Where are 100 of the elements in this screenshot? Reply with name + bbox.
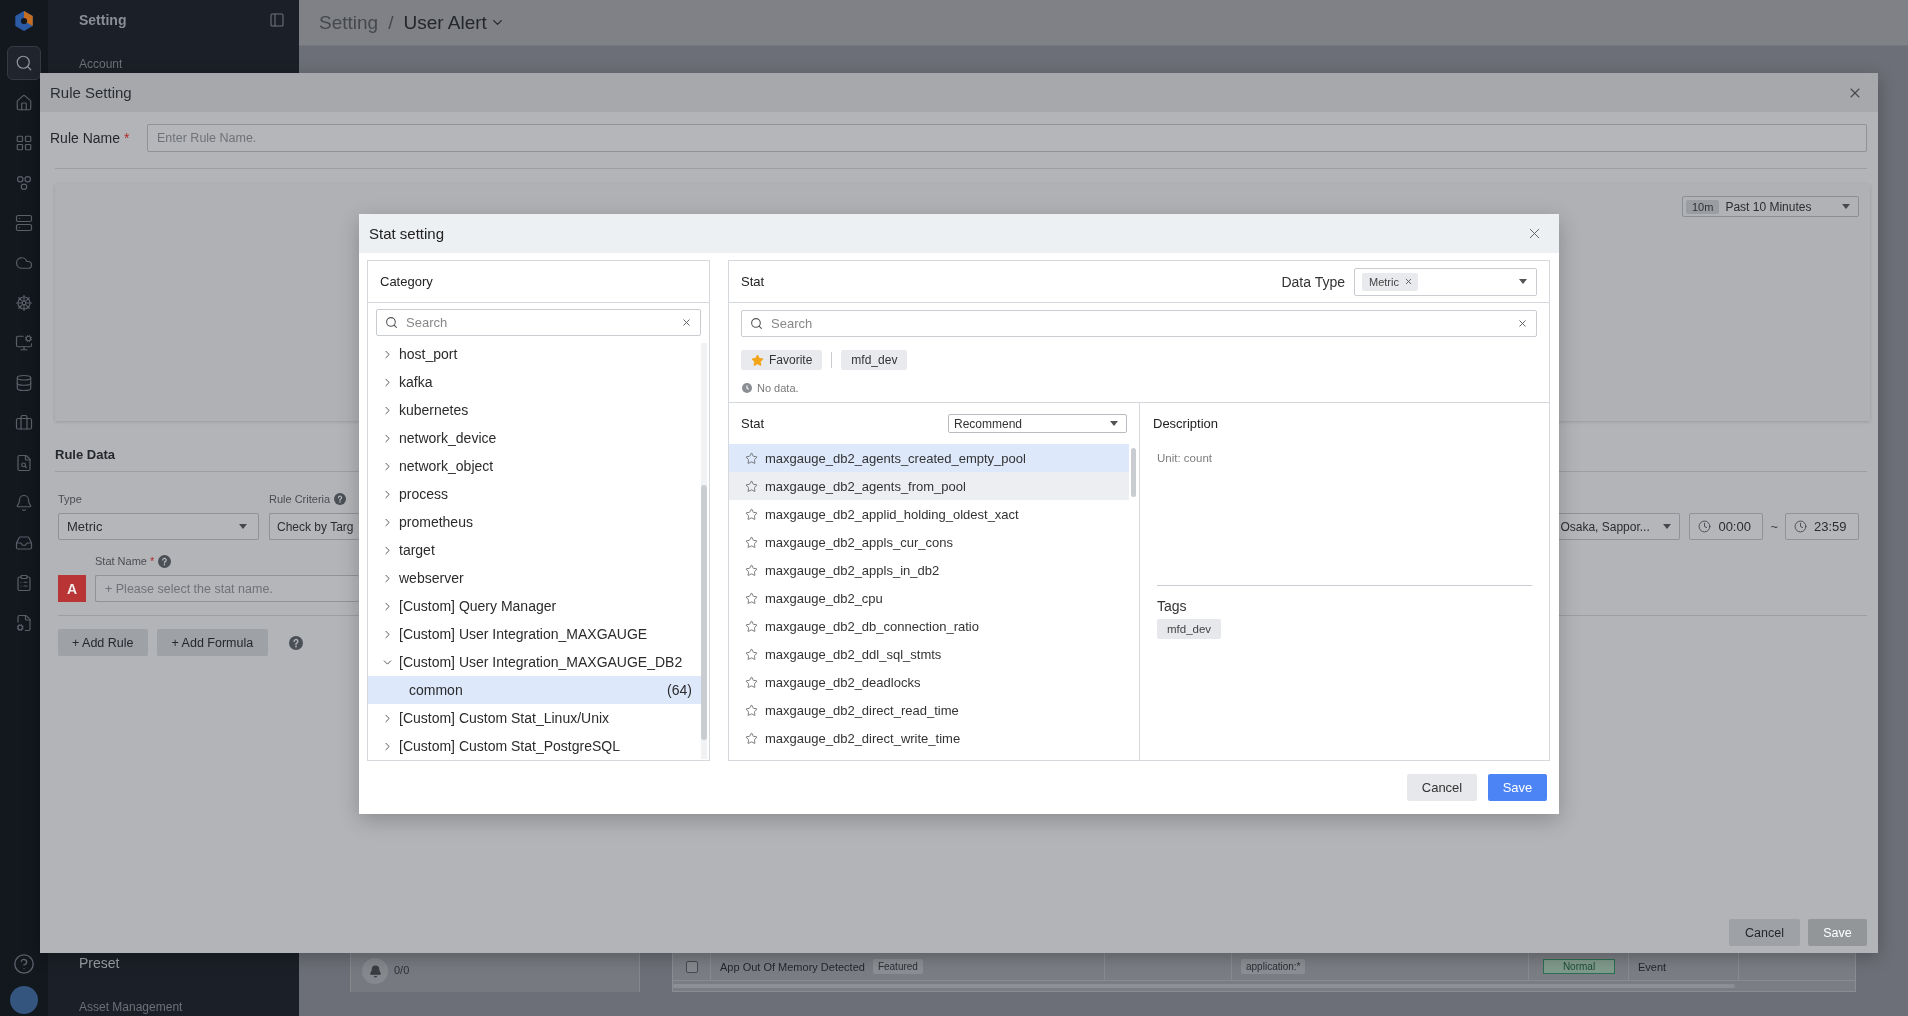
sidebar-item[interactable]: Preset (79, 954, 120, 972)
server-icon[interactable] (15, 214, 33, 232)
monitor-gear-icon[interactable] (15, 334, 33, 352)
end-time-field[interactable]: 23:59 (1785, 513, 1859, 540)
avatar[interactable] (10, 986, 38, 1014)
tree-item[interactable]: [Custom] Query Manager (368, 592, 561, 620)
star-icon[interactable] (745, 703, 758, 717)
tree-item[interactable]: common (64) (368, 676, 701, 704)
section-title: Tags (1157, 598, 1187, 614)
query-letter: A (58, 575, 86, 602)
checkbox[interactable] (686, 960, 698, 973)
sidebar-heading: Account (79, 57, 123, 71)
range-separator: ~ (1770, 519, 1778, 534)
grid-icon[interactable] (15, 134, 33, 152)
stat-name-input[interactable]: + Please select the stat name. (95, 575, 359, 602)
briefcase-icon[interactable] (15, 414, 33, 432)
x-icon[interactable] (1517, 318, 1528, 329)
star-icon[interactable] (745, 647, 758, 661)
data-type-tag[interactable]: Metric (1362, 272, 1418, 291)
tree-item[interactable]: [Custom] User Integration_MAXGAUGE (368, 620, 652, 648)
stat-item[interactable]: maxgauge_db2_direct_read_time (729, 696, 965, 724)
sort-select[interactable]: Recommend (948, 414, 1127, 433)
data-type-select[interactable]: Metric (1354, 267, 1537, 296)
field-label: Type (58, 493, 82, 505)
circles-icon[interactable] (15, 174, 33, 192)
add-formula-button[interactable]: + Add Formula (156, 629, 269, 656)
dialog-title: Rule Setting (50, 84, 132, 101)
help-icon[interactable] (158, 554, 172, 568)
star-icon[interactable] (745, 535, 758, 549)
type-select[interactable]: Metric (58, 513, 259, 540)
panel-icon[interactable] (269, 12, 285, 28)
scrollbar-thumb[interactable] (701, 485, 707, 740)
star-icon[interactable] (745, 619, 758, 633)
stat-item[interactable]: maxgauge_db2_agents_created_empty_pool (729, 444, 1129, 472)
stat-item[interactable]: maxgauge_db2_direct_write_time (729, 724, 967, 752)
add-rule-button[interactable]: + Add Rule (58, 629, 148, 656)
tree-item[interactable]: process (368, 480, 453, 508)
file-search-icon[interactable] (15, 454, 33, 472)
stat-item[interactable]: maxgauge_db2_agents_from_pool (729, 472, 1129, 500)
time-range-select[interactable]: 10m Past 10 Minutes (1682, 196, 1859, 217)
filter-chip[interactable]: mfd_dev (841, 350, 908, 370)
tree-item[interactable]: network_device (368, 424, 501, 452)
ship-wheel-icon[interactable] (15, 294, 33, 312)
file-gear-icon[interactable] (15, 614, 33, 632)
cancel-button[interactable]: Cancel (1407, 774, 1477, 801)
star-icon[interactable] (745, 451, 758, 465)
tree-item[interactable]: kafka (368, 368, 437, 396)
stat-item[interactable]: maxgauge_db2_appls_cur_cons (729, 528, 959, 556)
tree-item[interactable]: webserver (368, 564, 468, 592)
tree-item[interactable]: host_port (368, 340, 462, 368)
stat-item[interactable]: maxgauge_db2_appls_in_db2 (729, 556, 946, 584)
stat-item[interactable]: maxgauge_db2_db_connection_ratio (729, 612, 985, 640)
star-icon (751, 353, 764, 367)
tree-item[interactable]: prometheus (368, 508, 477, 536)
save-button[interactable]: Save (1488, 774, 1547, 801)
tree-item[interactable]: kubernetes (368, 396, 473, 424)
breadcrumb-dropdown[interactable]: User Alert (403, 11, 505, 34)
star-icon[interactable] (745, 591, 758, 605)
bell-icon[interactable] (15, 494, 33, 512)
star-icon[interactable] (745, 675, 758, 689)
search-field[interactable]: Search (741, 310, 1537, 337)
inbox-icon[interactable] (15, 534, 33, 552)
cloud-icon[interactable] (15, 254, 33, 272)
tree-item[interactable]: [Custom] Custom Stat_Linux/Unix (368, 704, 614, 732)
start-time-field[interactable]: 00:00 (1689, 513, 1764, 540)
stat-item[interactable]: maxgauge_db2_deadlocks (729, 668, 927, 696)
clipboard-icon[interactable] (15, 574, 33, 592)
database-icon[interactable] (15, 374, 33, 392)
logo-icon[interactable] (13, 10, 35, 32)
home-icon[interactable] (15, 94, 33, 112)
clock-icon (1794, 520, 1807, 533)
stat-item[interactable]: maxgauge_db2_ddl_sql_stmts (729, 640, 948, 668)
star-icon[interactable] (745, 563, 758, 577)
star-icon[interactable] (745, 507, 758, 521)
rule-name-input[interactable]: Enter Rule Name. (147, 124, 1867, 152)
tree-item[interactable]: [Custom] Custom Stat_PostgreSQL (368, 732, 624, 760)
search-field[interactable]: Search (376, 309, 701, 336)
star-icon[interactable] (745, 731, 758, 745)
star-icon[interactable] (745, 479, 758, 493)
tag-chip: mfd_dev (1157, 619, 1222, 639)
cancel-button[interactable]: Cancel (1729, 919, 1800, 946)
tree-item[interactable]: [Custom] User Integration_MAXGAUGE_DB2 (368, 648, 687, 676)
scrollbar-thumb[interactable] (1131, 448, 1136, 497)
x-icon[interactable] (1403, 277, 1413, 286)
clock-icon (742, 383, 752, 393)
search-icon[interactable] (7, 46, 41, 80)
tree-item[interactable]: target (368, 536, 439, 564)
criteria-select[interactable]: Check by Targ (269, 513, 359, 540)
field-label: Stat Name * (95, 555, 155, 567)
help-icon[interactable] (334, 493, 347, 505)
stat-item[interactable]: maxgauge_db2_applid_holding_oldest_xact (729, 500, 1025, 528)
help-icon[interactable] (13, 953, 35, 975)
tree-item[interactable]: network_object (368, 452, 498, 480)
x-icon[interactable] (681, 317, 692, 328)
filter-chip[interactable]: Favorite (741, 350, 823, 370)
stat-item[interactable]: maxgauge_db2_cpu (729, 584, 889, 612)
unit-text: Unit: count (1157, 452, 1212, 464)
caret-down-icon (1519, 279, 1527, 284)
help-icon[interactable] (289, 635, 304, 650)
field-label: Data Type (1281, 273, 1345, 290)
